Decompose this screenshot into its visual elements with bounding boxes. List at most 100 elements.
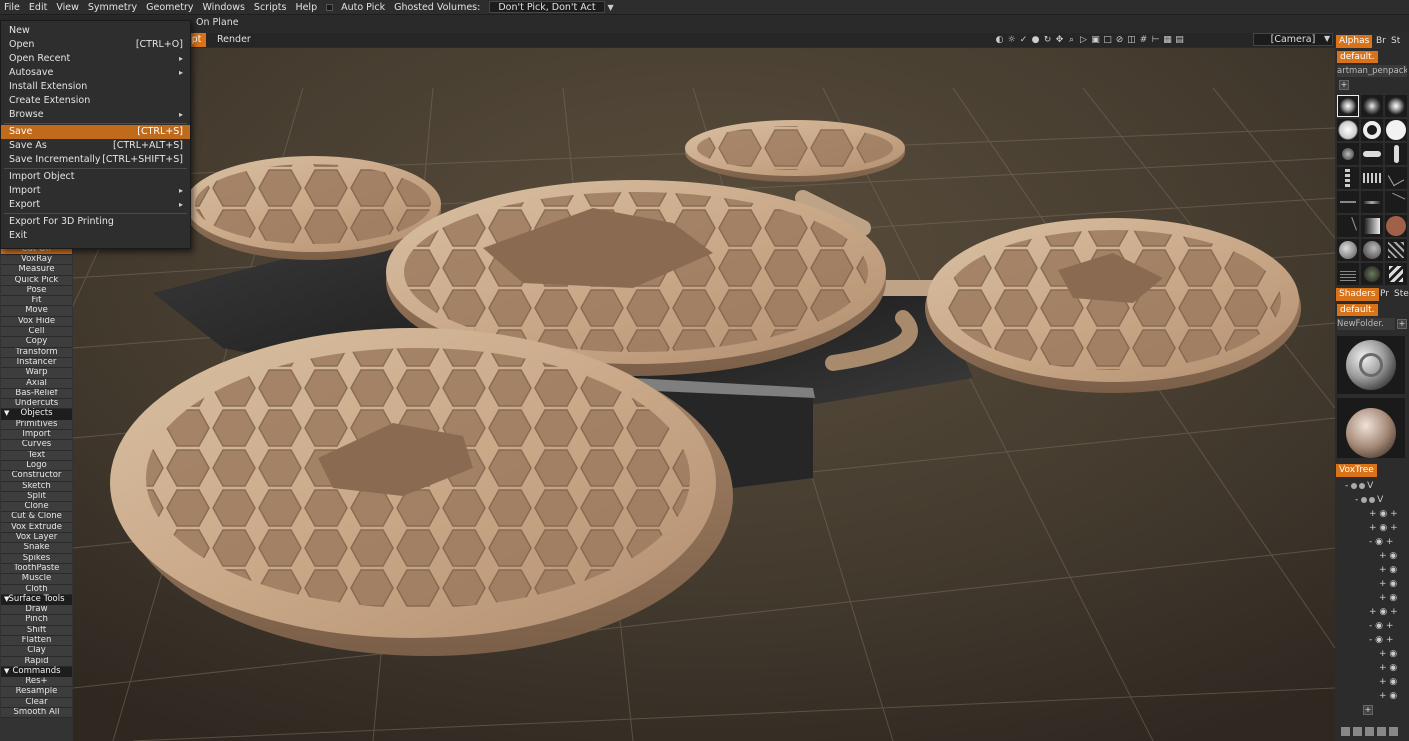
menu-symmetry[interactable]: Symmetry [84,2,142,13]
frame-icon[interactable]: □ [1103,35,1112,45]
tool-vox-layer[interactable]: Vox Layer [1,533,72,544]
merge-icon[interactable] [1377,727,1386,736]
menu-file[interactable]: File [0,2,25,13]
fit-icon[interactable]: ▣ [1091,35,1100,45]
voxtree-node[interactable]: + ◉ [1379,565,1397,575]
auto-pick-checkbox[interactable] [326,3,334,11]
alpha-thumb[interactable] [1361,143,1383,165]
tool-toothpaste[interactable]: ToothPaste [1,563,72,575]
file-menu-new[interactable]: New [1,24,190,38]
tool-transform[interactable]: Transform [1,347,72,358]
add-folder-icon[interactable]: + [1339,80,1349,90]
tool-split[interactable]: Split [1,491,72,503]
tool-quick-pick[interactable]: Quick Pick [1,275,72,286]
file-menu-autosave[interactable]: Autosave ▸ [1,66,190,80]
tool-voxray[interactable]: VoxRay [1,255,72,266]
alpha-thumb[interactable] [1361,239,1383,261]
alphas-folder[interactable]: default. [1337,51,1378,63]
tab-render[interactable]: Render [212,33,256,47]
tab-brushes[interactable]: Br [1373,35,1389,48]
maximize-icon[interactable]: ▦ [1163,35,1172,45]
alpha-thumb[interactable] [1337,167,1359,189]
alpha-thumb[interactable] [1385,191,1407,213]
voxtree-node[interactable]: + ◉ + [1369,607,1398,617]
shader-thumb[interactable] [1337,398,1405,458]
file-menu-exit[interactable]: Exit [1,229,190,243]
tool-spikes[interactable]: Spikes [1,553,72,564]
tool-clay[interactable]: Clay [1,646,72,657]
cmd-resample[interactable]: Resample [1,687,72,698]
voxtree-node[interactable]: + ◉ [1379,649,1397,659]
alpha-thumb[interactable] [1337,119,1359,141]
alpha-thumb[interactable] [1385,95,1407,117]
tool-snake[interactable]: Snake [1,543,72,554]
tool-vox-hide[interactable]: Vox Hide [1,316,72,328]
tab-shaders[interactable]: Shaders [1336,288,1379,301]
tool-copy[interactable]: Copy [1,337,72,348]
section-objects[interactable]: ▼ Objects [1,409,72,420]
alpha-thumb[interactable] [1361,263,1383,285]
tool-fit[interactable]: Fit [1,296,72,307]
voxtree-node[interactable]: - ◉ + [1369,537,1393,547]
alpha-thumb[interactable] [1361,191,1383,213]
alpha-thumb[interactable] [1385,119,1407,141]
tool-muscle[interactable]: Muscle [1,574,72,585]
eye-icon[interactable] [1361,496,1368,503]
voxtree-root[interactable]: - V [1345,481,1373,491]
drop-icon[interactable]: ● [1031,35,1040,45]
tab-presets[interactable]: Pr [1377,288,1392,301]
tool-pose[interactable]: Pose [1,285,72,297]
add-folder-icon[interactable]: + [1397,319,1407,329]
play-icon[interactable]: ▷ [1079,35,1088,45]
file-menu-export[interactable]: Export ▸ [1,198,190,212]
alpha-thumb[interactable] [1337,215,1359,237]
menu-help[interactable]: Help [291,2,322,13]
voxtree-node[interactable]: + ◉ [1379,593,1397,603]
cmd-smooth-all[interactable]: Smooth All [1,708,72,719]
tab-voxtree[interactable]: VoxTree [1336,464,1377,477]
file-menu-open-recent[interactable]: Open Recent ▸ [1,52,190,66]
zoom-icon[interactable]: ⌕ [1067,35,1076,45]
file-menu-export-3d-printing[interactable]: Export For 3D Printing [1,215,190,229]
alpha-thumb[interactable] [1361,167,1383,189]
alpha-thumb[interactable] [1361,215,1383,237]
tool-bas-relief[interactable]: Bas-Relief [1,388,72,400]
file-menu-save-incrementally[interactable]: Save Incrementally [CTRL+SHIFT+S] [1,153,190,167]
menu-geometry[interactable]: Geometry [142,2,198,13]
tool-import[interactable]: Import [1,430,72,441]
tool-pinch[interactable]: Pinch [1,615,72,626]
tool-vox-extrude[interactable]: Vox Extrude [1,522,72,534]
tool-cut-off[interactable]: Cut Off [1,248,72,255]
alpha-thumb[interactable] [1385,167,1407,189]
voxtree-node[interactable]: + ◉ [1379,677,1397,687]
shader-thumb[interactable] [1337,336,1405,394]
file-menu-browse[interactable]: Browse ▸ [1,108,190,122]
file-menu-save[interactable]: Save [CTRL+S] [1,125,190,139]
copy-icon[interactable] [1365,727,1374,736]
tool-move[interactable]: Move [1,306,72,317]
tool-draw[interactable]: Draw [1,605,72,616]
alphas-path[interactable]: artman_penpack [1337,65,1407,77]
file-menu-install-extension[interactable]: Install Extension [1,80,190,94]
tool-curves[interactable]: Curves [1,440,72,451]
grid-icon[interactable]: # [1139,35,1148,45]
tool-cut-clone[interactable]: Cut & Clone [1,512,72,523]
tool-measure[interactable]: Measure [1,265,72,276]
light-icon[interactable]: ☼ [1007,35,1016,45]
tool-warp[interactable]: Warp [1,368,72,379]
tool-sketch[interactable]: Sketch [1,481,72,492]
brush-icon[interactable]: ✓ [1019,35,1028,45]
axis-icon[interactable]: ⊢ [1151,35,1160,45]
alpha-thumb[interactable] [1337,263,1359,285]
add-layer-icon[interactable]: + [1363,705,1373,715]
camera-select[interactable]: [Camera] [1253,33,1333,46]
alpha-thumb[interactable] [1337,239,1359,261]
voxtree-node[interactable]: - ◉ + [1369,635,1393,645]
tool-primitives[interactable]: Primitives [1,419,72,431]
alpha-thumb[interactable] [1361,119,1383,141]
tool-cell[interactable]: Cell [1,327,72,338]
tool-flatten[interactable]: Flatten [1,635,72,647]
shaders-folder[interactable]: default. [1337,304,1378,316]
settings-icon[interactable] [1389,727,1398,736]
tab-alphas[interactable]: Alphas [1336,35,1373,48]
